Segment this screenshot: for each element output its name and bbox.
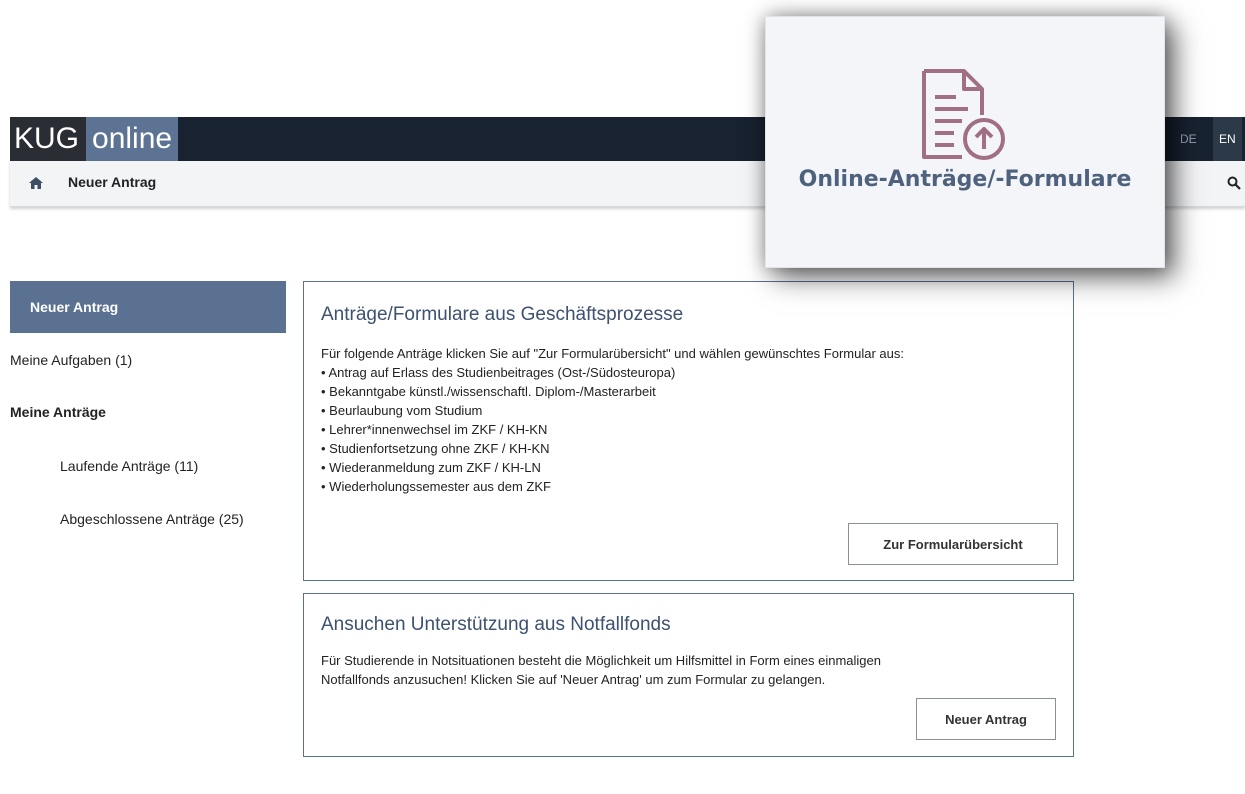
- panel-intro-line-2: Notfallfonds anzusuchen! Klicken Sie auf…: [321, 672, 826, 687]
- list-item: Studienfortsetzung ohne ZKF / KH-KN: [321, 439, 675, 458]
- form-list: Antrag auf Erlass des Studienbeitrages (…: [321, 363, 675, 496]
- document-upload-icon: [922, 69, 1005, 160]
- panel-title: Anträge/Formulare aus Geschäftsprozesse: [321, 304, 684, 325]
- language-en[interactable]: EN: [1213, 117, 1242, 161]
- list-item: Wiederanmeldung zum ZKF / KH-LN: [321, 458, 675, 477]
- list-item: Lehrer*innenwechsel im ZKF / KH-KN: [321, 420, 675, 439]
- sidebar-item-meine-aufgaben[interactable]: Meine Aufgaben (1): [10, 352, 132, 368]
- panel-notfallfonds: Ansuchen Unterstützung aus Notfallfonds …: [303, 593, 1074, 757]
- panel-geschaeftsprozesse: Anträge/Formulare aus Geschäftsprozesse …: [303, 281, 1074, 581]
- formularuebersicht-button[interactable]: Zur Formularübersicht: [848, 523, 1058, 565]
- neuer-antrag-button[interactable]: Neuer Antrag: [916, 698, 1056, 740]
- list-item: Bekanntgabe künstl./wissenschaftl. Diplo…: [321, 382, 675, 401]
- list-item: Wiederholungssemester aus dem ZKF: [321, 477, 675, 496]
- panel-intro-line-1: Für Studierende in Notsituationen besteh…: [321, 653, 881, 668]
- home-icon[interactable]: [28, 176, 44, 190]
- logo-kug: KUG: [10, 117, 87, 161]
- search-icon[interactable]: [1227, 176, 1241, 190]
- list-item: Beurlaubung vom Studium: [321, 401, 675, 420]
- breadcrumb-current: Neuer Antrag: [68, 174, 157, 190]
- tile-label: Online-Anträge/-Formulare: [798, 167, 1132, 192]
- panel-title: Ansuchen Unterstützung aus Notfallfonds: [321, 614, 671, 635]
- language-de[interactable]: DE: [1180, 117, 1197, 161]
- sidebar-item-laufende-antraege[interactable]: Laufende Anträge (11): [60, 458, 198, 474]
- sidebar-item-meine-antraege[interactable]: Meine Anträge: [10, 404, 106, 420]
- logo-online: online: [86, 117, 179, 161]
- logo[interactable]: KUG online: [10, 117, 179, 161]
- sidebar-item-abgeschlossene-antraege[interactable]: Abgeschlossene Anträge (25): [60, 511, 244, 527]
- online-antraege-tile[interactable]: Online-Anträge/-Formulare: [765, 16, 1165, 268]
- list-item: Antrag auf Erlass des Studienbeitrages (…: [321, 363, 675, 382]
- panel-intro: Für folgende Anträge klicken Sie auf "Zu…: [321, 346, 904, 361]
- sidebar-item-neuer-antrag[interactable]: Neuer Antrag: [10, 281, 286, 333]
